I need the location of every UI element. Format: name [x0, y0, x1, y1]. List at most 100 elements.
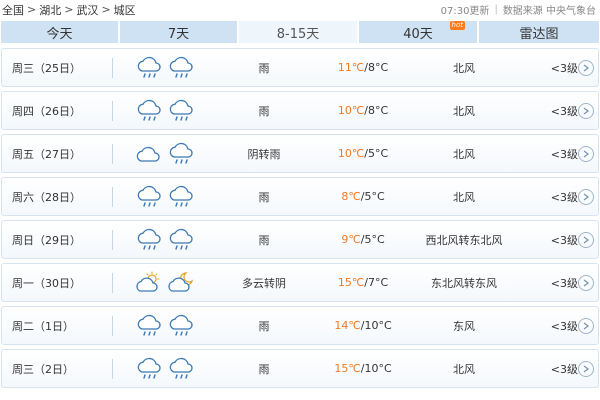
- temperature: 10℃/8°C: [318, 104, 408, 117]
- chevron-right-icon[interactable]: [578, 318, 594, 334]
- breadcrumb-city[interactable]: 武汉: [76, 2, 98, 18]
- row-divider: [112, 273, 113, 293]
- weather-icons: [135, 314, 195, 341]
- row-divider: [112, 230, 113, 250]
- rain-icon: [135, 99, 163, 126]
- weather-desc: 雨: [258, 104, 270, 118]
- temp-low: /8°C: [364, 61, 389, 74]
- forecast-row[interactable]: 周四（26日） 雨 10℃/8°C 北风 <3级: [1, 91, 599, 130]
- forecast-row[interactable]: 周一（30日） 多云转阴 15℃/7°C 东北风转东风 <3级: [1, 263, 599, 302]
- rain-icon: [167, 99, 195, 126]
- forecast-row[interactable]: 周三（2日） 雨 15℃/10°C 北风 <3级: [1, 349, 599, 388]
- rain-icon: [167, 185, 195, 212]
- wind-direction: 东北风转东风: [431, 276, 497, 290]
- forecast-tabs: 今天 7天 8-15天 40天 hot 雷达图: [1, 21, 599, 43]
- tab-40day[interactable]: 40天 hot: [359, 21, 477, 43]
- chevron-right-icon[interactable]: [578, 361, 594, 377]
- rain-icon: [167, 56, 195, 83]
- forecast-row[interactable]: 周五（27日） 阴转雨 10℃/5°C 北风 <3级: [1, 134, 599, 173]
- temp-high: 14℃: [334, 319, 361, 332]
- tab-radar[interactable]: 雷达图: [479, 21, 599, 43]
- wind-level: <3级: [550, 276, 578, 290]
- weather-icons: [135, 99, 195, 126]
- wind-direction: 北风: [453, 362, 475, 376]
- data-source: 数据来源 中央气象台: [502, 6, 596, 17]
- weather-icons: [135, 56, 195, 83]
- temp-low: /10°C: [360, 362, 392, 375]
- breadcrumb: 全国 > 湖北 > 武汉 > 城区: [2, 2, 136, 18]
- day-label: 周日（29日）: [12, 233, 81, 247]
- forecast-row[interactable]: 周日（29日） 雨 9℃/5°C 西北风转东北风 <3级: [1, 220, 599, 259]
- rain-icon: [167, 142, 195, 169]
- forecast-row[interactable]: 周三（25日） 雨 11℃/8°C 北风 <3级: [1, 48, 599, 87]
- weather-desc: 雨: [258, 362, 270, 376]
- temp-low: /5°C: [364, 147, 389, 160]
- temp-low: /5°C: [360, 190, 385, 203]
- forecast-row[interactable]: 周六（28日） 雨 8℃/5°C 北风 <3级: [1, 177, 599, 216]
- temp-high: 8℃: [341, 190, 361, 203]
- rain-icon: [135, 228, 163, 255]
- breadcrumb-separator: >: [101, 3, 111, 16]
- breadcrumb-separator: >: [64, 3, 74, 16]
- top-bar: 全国 > 湖北 > 武汉 > 城区 07:30更新 | 数据来源 中央气象台: [0, 0, 600, 19]
- tab-7day[interactable]: 7天: [120, 21, 237, 43]
- update-time: 07:30更新: [440, 6, 490, 17]
- temperature: 14℃/10°C: [318, 319, 408, 332]
- tab-8-15day[interactable]: 8-15天: [239, 21, 357, 43]
- forecast-list: 周三（25日）雨 11℃/8°C 北风 <3级 周四（26日）雨 10℃/8°C 北风 <3级…: [1, 48, 599, 392]
- row-divider: [112, 187, 113, 207]
- meta-divider: |: [494, 4, 498, 15]
- chevron-right-icon[interactable]: [578, 60, 594, 76]
- wind-level: <3级: [550, 362, 578, 376]
- temperature: 15℃/7°C: [318, 276, 408, 289]
- breadcrumb-province[interactable]: 湖北: [39, 2, 61, 18]
- temp-high: 9℃: [341, 233, 361, 246]
- wind-level: <3级: [550, 61, 578, 75]
- chevron-right-icon[interactable]: [578, 275, 594, 291]
- chevron-right-icon[interactable]: [578, 103, 594, 119]
- chevron-right-icon[interactable]: [578, 232, 594, 248]
- row-divider: [112, 316, 113, 336]
- temperature: 10℃/5°C: [318, 147, 408, 160]
- temp-low: /5°C: [360, 233, 385, 246]
- breadcrumb-separator: >: [27, 3, 37, 16]
- breadcrumb-district: 城区: [113, 3, 136, 17]
- rain-icon: [135, 185, 163, 212]
- day-label: 周五（27日）: [12, 147, 81, 161]
- wind-direction: 北风: [453, 147, 475, 161]
- tab-today[interactable]: 今天: [1, 21, 118, 43]
- wind-direction: 西北风转东北风: [425, 233, 503, 247]
- wind-direction: 东风: [453, 319, 475, 333]
- weather-desc: 雨: [258, 61, 270, 75]
- row-divider: [112, 144, 113, 164]
- row-divider: [112, 101, 113, 121]
- rain-icon: [167, 228, 195, 255]
- rain-icon: [135, 314, 163, 341]
- day-label: 周四（26日）: [12, 104, 81, 118]
- rain-icon: [135, 357, 163, 384]
- temperature: 9℃/5°C: [318, 233, 408, 246]
- chevron-right-icon[interactable]: [578, 146, 594, 162]
- wind-level: <3级: [550, 233, 578, 247]
- hot-badge: hot: [449, 21, 465, 30]
- weather-icons: [135, 271, 195, 298]
- weather-desc: 阴转雨: [247, 147, 281, 161]
- partly-cloudy-night-icon: [167, 271, 195, 298]
- day-label: 周三（2日）: [12, 362, 74, 376]
- rain-icon: [167, 357, 195, 384]
- weather-desc: 雨: [258, 233, 270, 247]
- weather-desc: 雨: [258, 190, 270, 204]
- temp-high: 15℃: [337, 276, 365, 289]
- wind-direction: 北风: [453, 61, 475, 75]
- partly-cloudy-day-icon: [135, 271, 163, 298]
- wind-level: <3级: [550, 319, 578, 333]
- wind-level: <3级: [550, 104, 578, 118]
- breadcrumb-country[interactable]: 全国: [2, 2, 24, 18]
- temp-high: 10℃: [337, 147, 365, 160]
- update-meta: 07:30更新 | 数据来源 中央气象台: [441, 2, 596, 17]
- forecast-row[interactable]: 周二（1日） 雨 14℃/10°C 东风 <3级: [1, 306, 599, 345]
- rain-icon: [135, 56, 163, 83]
- day-label: 周二（1日）: [12, 319, 74, 333]
- temp-high: 11℃: [337, 61, 365, 74]
- chevron-right-icon[interactable]: [578, 189, 594, 205]
